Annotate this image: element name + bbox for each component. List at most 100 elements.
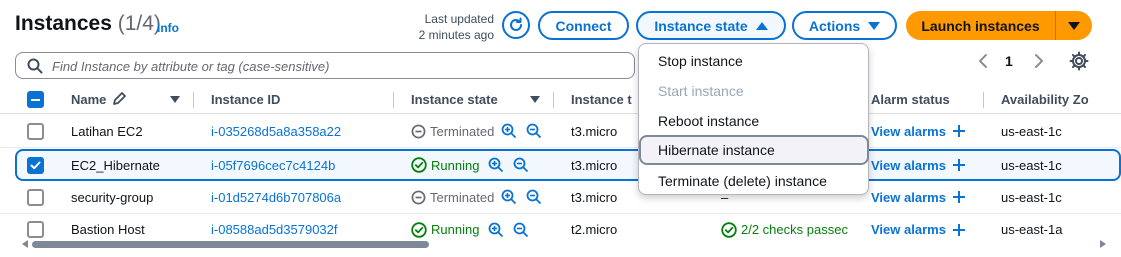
column-divider[interactable] (983, 92, 984, 108)
scrollbar-thumb[interactable] (32, 241, 429, 248)
table-header-row: Name Instance ID Instance state Instance… (0, 85, 1121, 114)
instance-count: (1/4) (117, 12, 161, 35)
column-divider[interactable] (193, 92, 194, 108)
view-alarms-link[interactable]: View alarms (871, 181, 971, 213)
plus-icon[interactable] (952, 190, 966, 204)
column-name-label: Name (71, 91, 107, 107)
search-input[interactable] (52, 56, 632, 76)
sort-icon[interactable] (530, 96, 540, 103)
menu-item-hibernate-instance[interactable]: Hibernate instance (639, 135, 869, 165)
next-page-icon[interactable] (1032, 52, 1046, 70)
launch-instances-button[interactable]: Launch instances (906, 11, 1056, 40)
row-checkbox[interactable] (27, 189, 44, 206)
instance-state: Terminated (411, 115, 561, 147)
instance-state-label: Running (431, 222, 480, 237)
instance-state: Terminated (411, 181, 561, 213)
row-checkbox-checked[interactable] (27, 157, 44, 174)
instance-name: Latihan EC2 (71, 123, 143, 139)
view-alarms-link[interactable]: View alarms (871, 115, 971, 147)
zoom-in-icon[interactable] (501, 189, 517, 205)
status-check-label: 2/2 checks passec (741, 222, 848, 237)
caret-down-icon (868, 21, 881, 30)
instance-id-link[interactable]: i-01d5274d6b707806a (211, 181, 391, 213)
column-instance-type-label: Instance t (571, 91, 632, 107)
menu-item-start-instance: Start instance (658, 83, 744, 99)
search-icon (27, 58, 43, 74)
plus-icon[interactable] (952, 158, 966, 172)
row-checkbox[interactable] (27, 221, 44, 238)
current-page-number[interactable]: 1 (1005, 53, 1013, 69)
horizontal-scrollbar[interactable] (22, 240, 1102, 248)
launch-instances-dropdown-button[interactable] (1056, 11, 1092, 40)
instance-name: EC2_Hibernate (71, 157, 160, 173)
instance-id-link[interactable]: i-035268d5a8a358a22 (211, 115, 391, 147)
instance-state-label: Terminated (430, 123, 495, 139)
zoom-in-icon[interactable] (488, 157, 504, 173)
column-header-availability-zone[interactable]: Availability Zo (1001, 85, 1121, 113)
select-all-checkbox[interactable] (27, 91, 44, 108)
column-instance-state-label: Instance state (411, 91, 498, 107)
column-divider[interactable] (553, 92, 554, 108)
last-updated: Last updated 2 minutes ago (392, 11, 494, 43)
menu-item-reboot-instance[interactable]: Reboot instance (639, 106, 868, 136)
column-divider[interactable] (393, 92, 394, 108)
launch-instances-label: Launch instances (921, 17, 1040, 34)
zoom-out-icon[interactable] (526, 189, 542, 205)
zoom-in-icon[interactable] (488, 222, 504, 238)
check-circle-icon (721, 221, 737, 238)
instance-name: security-group (71, 189, 154, 205)
sort-icon[interactable] (170, 96, 180, 103)
launch-instances-button-group: Launch instances (906, 11, 1092, 40)
table-row[interactable]: security-group i-01d5274d6b707806a Termi… (0, 181, 1121, 214)
previous-page-icon[interactable] (976, 52, 990, 70)
actions-button-label: Actions (808, 17, 861, 34)
view-alarms-label: View alarms (871, 222, 946, 237)
column-instance-id-label: Instance ID (211, 91, 281, 107)
availability-zone: us-east-1c (1001, 189, 1062, 205)
view-alarms-label: View alarms (871, 123, 946, 139)
menu-item-stop-instance[interactable]: Stop instance (639, 46, 868, 76)
instance-type: t3.micro (571, 157, 618, 173)
table-row-selected[interactable]: EC2_Hibernate i-05f7696cec7c4124b Runnin… (15, 149, 1121, 181)
availability-zone: us-east-1c (1001, 157, 1062, 173)
scroll-left-arrow-icon[interactable] (22, 240, 28, 248)
instance-id-link[interactable]: i-05f7696cec7c4124b (211, 151, 391, 179)
plus-icon[interactable] (952, 124, 966, 138)
pencil-icon (113, 92, 127, 105)
table-row[interactable]: Latihan EC2 i-035268d5a8a358a22 Terminat… (0, 115, 1121, 148)
instance-state: Running (411, 151, 561, 179)
connect-button[interactable]: Connect (538, 11, 629, 40)
search-bar (15, 52, 635, 79)
terminated-icon (411, 124, 426, 138)
check-circle-icon (411, 221, 427, 238)
refresh-button[interactable] (502, 11, 530, 39)
column-header-instance-state[interactable]: Instance state (411, 85, 521, 113)
zoom-in-icon[interactable] (501, 123, 517, 139)
info-link[interactable]: Info (157, 21, 179, 35)
actions-button[interactable]: Actions (792, 11, 897, 40)
column-header-instance-type[interactable]: Instance t (571, 85, 636, 113)
instance-state-menu: Stop instance Start instance Reboot inst… (638, 43, 869, 195)
scroll-right-arrow-icon[interactable] (1100, 240, 1106, 248)
column-availability-zone-label: Availability Zo (1001, 91, 1089, 107)
menu-item-terminate-instance[interactable]: Terminate (delete) instance (639, 166, 868, 196)
gear-icon[interactable] (1069, 51, 1089, 71)
column-header-alarm-status[interactable]: Alarm status (871, 85, 971, 113)
page-header: Instances (1/4) Info Last updated 2 minu… (0, 0, 1121, 48)
zoom-out-icon[interactable] (513, 222, 529, 238)
zoom-out-icon[interactable] (526, 123, 542, 139)
caret-down-icon (1068, 21, 1080, 30)
zoom-out-icon[interactable] (513, 157, 529, 173)
row-checkbox[interactable] (27, 123, 44, 140)
check-circle-icon (411, 157, 427, 173)
column-header-instance-id[interactable]: Instance ID (211, 85, 381, 113)
column-header-name[interactable]: Name (71, 85, 181, 113)
view-alarms-link[interactable]: View alarms (871, 151, 971, 179)
plus-icon[interactable] (952, 223, 966, 237)
last-updated-label: Last updated (424, 12, 494, 26)
instance-state-button[interactable]: Instance state (636, 11, 786, 40)
column-alarm-status-label: Alarm status (871, 91, 950, 107)
instance-state-label: Running (431, 157, 480, 173)
instance-type: t3.micro (571, 189, 618, 205)
last-updated-time: 2 minutes ago (418, 28, 494, 42)
